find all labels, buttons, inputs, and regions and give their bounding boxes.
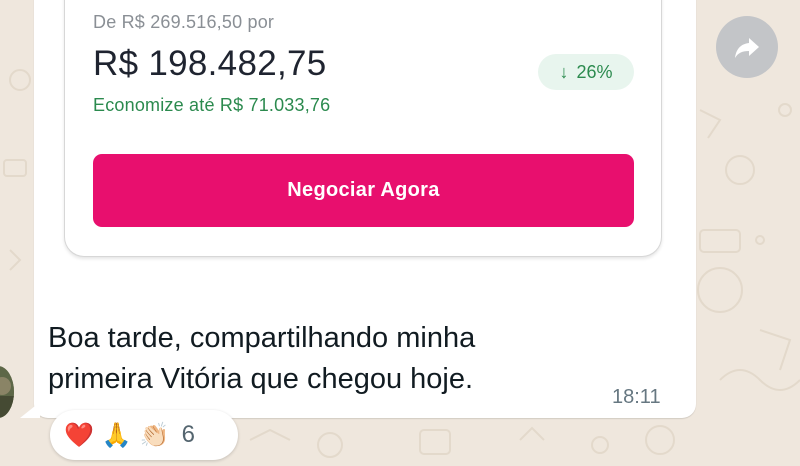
heart-reaction: ❤️	[64, 421, 94, 449]
bubble-tail	[20, 402, 40, 418]
pray-reaction: 🙏	[101, 421, 132, 449]
clap-reaction: 👏🏻	[139, 421, 170, 449]
discount-badge: ↓ 26%	[538, 54, 634, 90]
avatar-image	[0, 366, 14, 418]
forward-icon	[735, 38, 759, 58]
discount-value: 26%	[576, 61, 613, 82]
sender-avatar[interactable]	[0, 366, 14, 418]
negotiate-now-button[interactable]: Negociar Agora	[93, 154, 634, 227]
reaction-count: 6	[181, 421, 196, 448]
original-price: De R$ 269.516,50 por	[93, 12, 275, 32]
message-bubble[interactable]: De R$ 269.516,50 por R$ 198.482,75 Econo…	[34, 0, 696, 418]
offer-card[interactable]: De R$ 269.516,50 por R$ 198.482,75 Econo…	[64, 0, 662, 257]
message-text: Boa tarde, compartilhando minha primeira…	[48, 322, 476, 395]
arrow-down-icon: ↓	[559, 61, 569, 82]
current-price: R$ 198.482,75	[93, 44, 327, 83]
forward-button[interactable]	[716, 16, 778, 78]
savings-text: Economize até R$ 71.033,76	[93, 95, 331, 115]
message-timestamp: 18:11	[612, 386, 661, 408]
reactions-bar[interactable]: ❤️ 🙏 👏🏻 6	[50, 410, 238, 460]
